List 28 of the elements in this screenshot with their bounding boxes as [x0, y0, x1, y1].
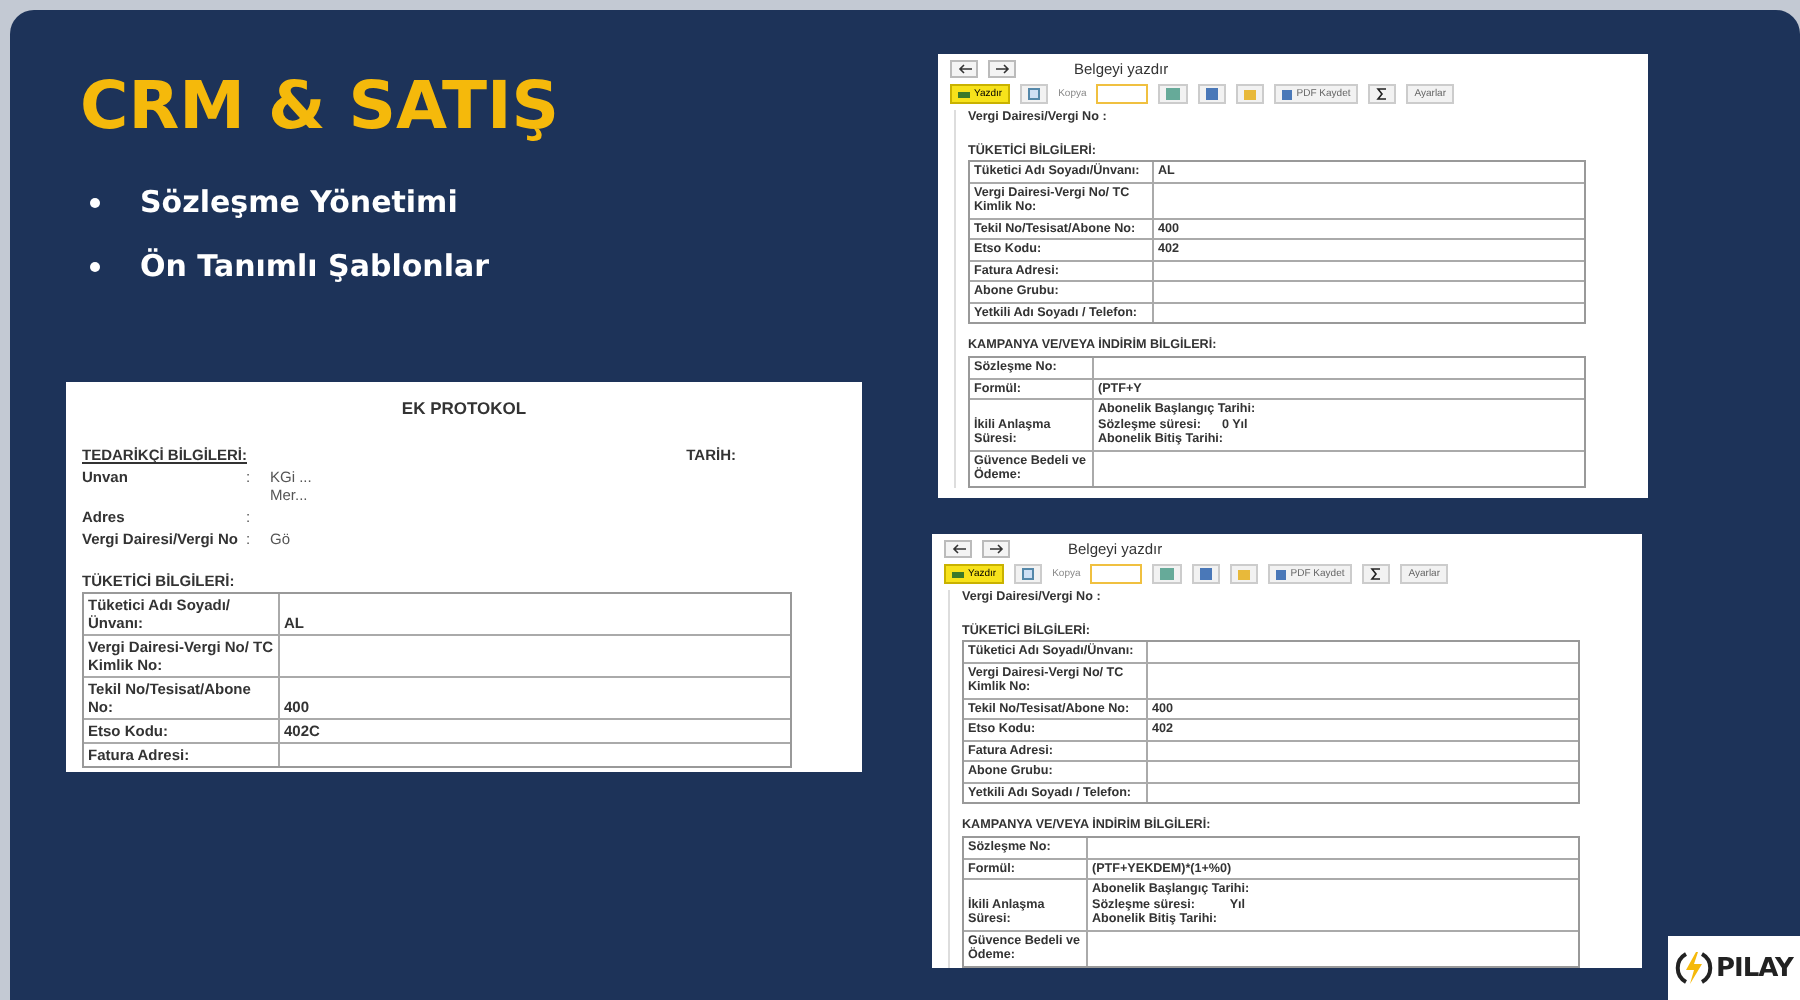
- bullet-icon: [90, 261, 100, 271]
- left-arrow-icon: [957, 64, 971, 74]
- back-button[interactable]: [944, 540, 972, 558]
- document-title: EK PROTOKOL: [399, 398, 529, 419]
- forward-button[interactable]: [988, 60, 1016, 78]
- bullet-icon: [90, 197, 100, 207]
- forward-button[interactable]: [982, 540, 1010, 558]
- left-arrow-icon: [951, 544, 965, 554]
- copies-field[interactable]: [1096, 84, 1149, 104]
- save-button[interactable]: [1198, 84, 1227, 104]
- logo-text: PILAY: [1716, 953, 1793, 983]
- bullet-text: Ön Tanımlı Şablonlar: [140, 248, 489, 284]
- sigma-icon: [1370, 568, 1383, 580]
- sum-button[interactable]: [1362, 564, 1391, 584]
- right-arrow-icon: [995, 64, 1009, 74]
- sum-button[interactable]: [1368, 84, 1397, 104]
- bullet-text: Sözleşme Yönetimi: [140, 184, 458, 220]
- preview-button[interactable]: [1014, 564, 1043, 584]
- image-button[interactable]: [1152, 564, 1183, 584]
- slide-title: CRM & SATIŞ: [80, 66, 560, 144]
- copies-field[interactable]: [1090, 564, 1143, 584]
- preview-button[interactable]: [1020, 84, 1049, 104]
- right-arrow-icon: [989, 544, 1003, 554]
- back-button[interactable]: [950, 60, 978, 78]
- image-button[interactable]: [1158, 84, 1189, 104]
- save-button[interactable]: [1192, 564, 1221, 584]
- sigma-icon: [1376, 88, 1389, 100]
- lightning-logo-icon: [1674, 948, 1714, 988]
